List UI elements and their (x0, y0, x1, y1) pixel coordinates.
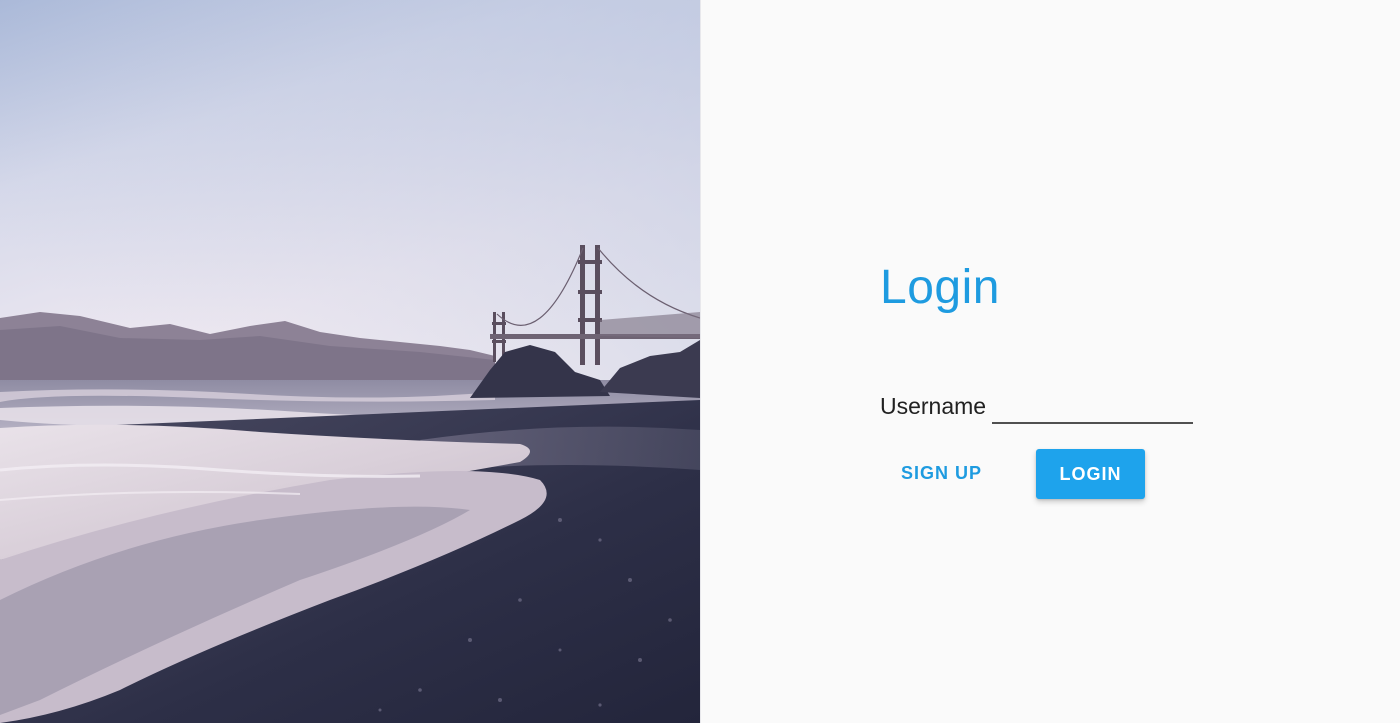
username-label: Username (880, 393, 987, 419)
login-title: Login (880, 261, 1000, 314)
username-field-row: Username (880, 386, 1200, 430)
login-button[interactable]: LOGIN (1036, 449, 1145, 499)
hero-photo (0, 0, 700, 723)
username-input[interactable] (992, 390, 1193, 424)
beach-bridge-illustration (0, 0, 700, 723)
sign-up-button[interactable]: SIGN UP (891, 455, 992, 491)
login-panel: Login Username SIGN UP LOGIN (701, 0, 1400, 723)
login-page: Login Username SIGN UP LOGIN (0, 0, 1400, 723)
